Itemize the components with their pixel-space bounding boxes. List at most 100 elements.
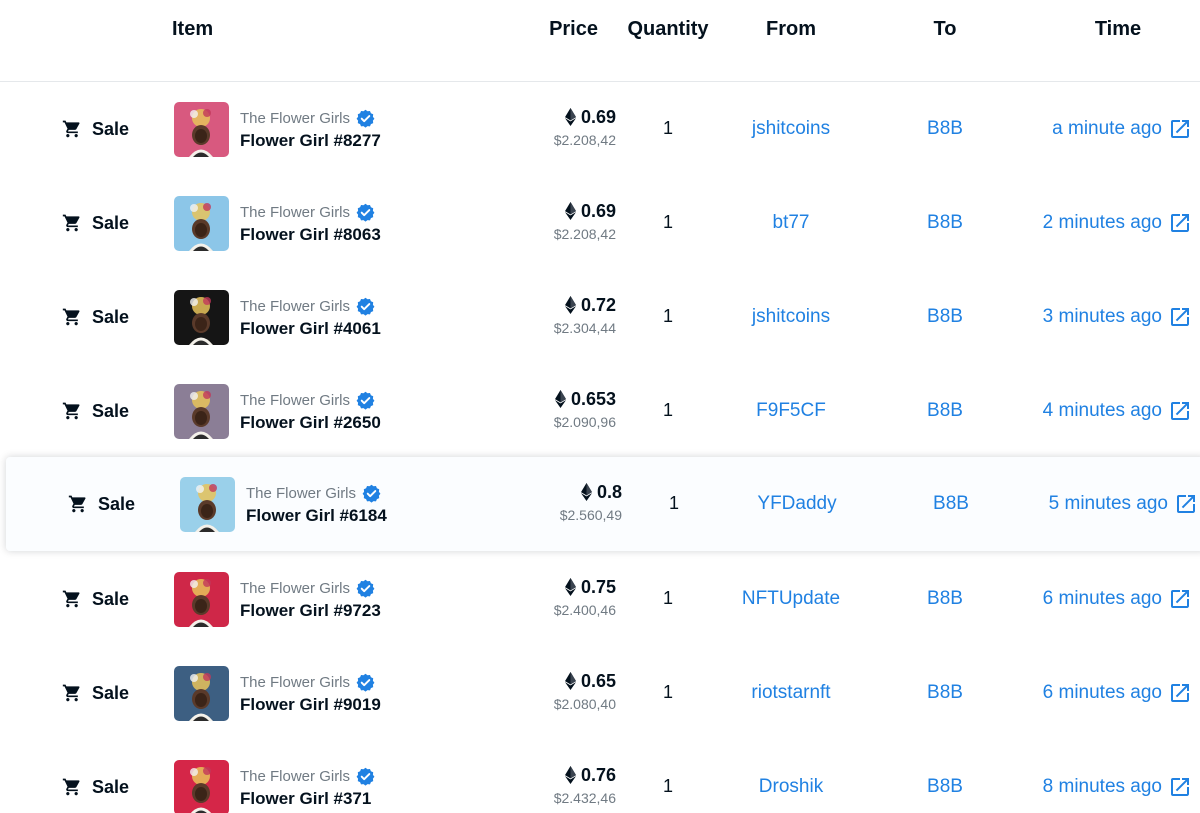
collection-link[interactable]: The Flower Girls (240, 296, 375, 316)
time-link[interactable]: 4 minutes ago (1043, 398, 1192, 424)
from-account-link[interactable]: jshitcoins (711, 118, 871, 140)
external-link-icon[interactable] (1168, 775, 1192, 799)
event-label: Sale (92, 588, 130, 609)
nft-thumbnail[interactable] (180, 477, 235, 532)
from-account-link[interactable]: bt77 (711, 212, 871, 234)
event-type: Sale (62, 682, 129, 704)
price-usd: $2.208,42 (553, 132, 616, 148)
external-link-icon[interactable] (1168, 587, 1192, 611)
nft-thumbnail[interactable] (174, 572, 229, 627)
event-label: Sale (92, 118, 130, 139)
price-cell: 0.8 $2.560,49 (486, 480, 622, 524)
collection-link[interactable]: The Flower Girls (240, 390, 375, 410)
activity-row[interactable]: Sale The Flower Girls Flower Girl #4061 (0, 270, 1200, 364)
activity-row[interactable]: Sale The Flower Girls Flower Girl #8063 (0, 176, 1200, 270)
price-eth: 0.8 (486, 480, 622, 504)
to-account-link[interactable]: B8B (895, 400, 995, 422)
activity-row[interactable]: Sale The Flower Girls Flower Girl #9723 (0, 552, 1200, 646)
item-name-link[interactable]: Flower Girl #8063 (240, 225, 381, 245)
nft-image (174, 572, 229, 627)
from-account-link[interactable]: F9F5CF (711, 400, 871, 422)
from-account-link[interactable]: riotstarnft (711, 682, 871, 704)
collection-link[interactable]: The Flower Girls (240, 766, 375, 786)
nft-image (174, 384, 229, 439)
nft-thumbnail[interactable] (174, 760, 229, 813)
event-type: Sale (62, 588, 129, 610)
to-account-link[interactable]: B8B (895, 682, 995, 704)
nft-thumbnail[interactable] (174, 102, 229, 157)
time-link[interactable]: 6 minutes ago (1043, 680, 1192, 706)
activity-row[interactable]: Sale The Flower Girls Flower Girl #6184 (6, 457, 1200, 551)
nft-thumbnail[interactable] (174, 290, 229, 345)
ethereum-icon (564, 766, 576, 784)
verified-badge-icon (356, 109, 375, 128)
shopping-cart-icon (62, 402, 80, 420)
nft-thumbnail[interactable] (174, 196, 229, 251)
price-eth: 0.75 (480, 575, 616, 599)
item-name-link[interactable]: Flower Girl #8277 (240, 131, 381, 151)
from-account-link[interactable]: YFDaddy (717, 493, 877, 515)
nft-thumbnail[interactable] (174, 384, 229, 439)
table-header: Item Price Quantity From To Time (0, 0, 1200, 82)
to-account-link[interactable]: B8B (901, 493, 1001, 515)
item-name-link[interactable]: Flower Girl #6184 (246, 506, 387, 526)
collection-name: The Flower Girls (246, 484, 357, 502)
from-account-link[interactable]: jshitcoins (711, 306, 871, 328)
time-link[interactable]: 5 minutes ago (1049, 491, 1198, 517)
time-link[interactable]: a minute ago (1052, 116, 1192, 142)
shopping-cart-icon (62, 590, 80, 608)
price-usd: $2.304,44 (553, 320, 616, 336)
from-account-link[interactable]: Droshik (711, 776, 871, 798)
item-name-link[interactable]: Flower Girl #9723 (240, 601, 381, 621)
price-eth: 0.653 (480, 387, 616, 411)
collection-link[interactable]: The Flower Girls (240, 578, 375, 598)
event-label: Sale (92, 776, 130, 797)
time-link[interactable]: 3 minutes ago (1043, 304, 1192, 330)
time-link[interactable]: 2 minutes ago (1043, 210, 1192, 236)
collection-link[interactable]: The Flower Girls (240, 202, 375, 222)
external-link-icon[interactable] (1168, 681, 1192, 705)
to-account-link[interactable]: B8B (895, 212, 995, 234)
external-link-icon[interactable] (1168, 211, 1192, 235)
event-label: Sale (92, 306, 130, 327)
external-link-icon[interactable] (1174, 492, 1198, 516)
nft-image (180, 477, 235, 532)
collection-link[interactable]: The Flower Girls (246, 483, 381, 503)
to-account-link[interactable]: B8B (895, 776, 995, 798)
collection-link[interactable]: The Flower Girls (240, 672, 375, 692)
collection-link[interactable]: The Flower Girls (240, 108, 375, 128)
to-account-link[interactable]: B8B (895, 306, 995, 328)
ethereum-icon (564, 578, 576, 596)
time-link[interactable]: 8 minutes ago (1043, 774, 1192, 800)
activity-row[interactable]: Sale The Flower Girls Flower Girl #371 0… (0, 740, 1200, 813)
external-link-icon[interactable] (1168, 305, 1192, 329)
item-name-link[interactable]: Flower Girl #371 (240, 789, 371, 809)
activity-row[interactable]: Sale The Flower Girls Flower Girl #9019 (0, 646, 1200, 740)
external-link-icon[interactable] (1168, 117, 1192, 141)
price-cell: 0.69 $2.208,42 (480, 105, 616, 149)
external-link-icon[interactable] (1168, 399, 1192, 423)
shopping-cart-icon (62, 684, 80, 702)
price-cell: 0.69 $2.208,42 (480, 199, 616, 243)
to-account-link[interactable]: B8B (895, 118, 995, 140)
item-name-link[interactable]: Flower Girl #2650 (240, 413, 381, 433)
price-usd: $2.080,40 (553, 696, 616, 712)
from-account-link[interactable]: NFTUpdate (711, 588, 871, 610)
price-eth-value: 0.69 (580, 200, 616, 221)
price-eth: 0.69 (480, 105, 616, 129)
shopping-cart-icon (62, 778, 80, 796)
price-usd: $2.208,42 (553, 226, 616, 242)
item-name-link[interactable]: Flower Girl #9019 (240, 695, 381, 715)
activity-row[interactable]: Sale The Flower Girls Flower Girl #2650 (0, 364, 1200, 458)
time-link[interactable]: 6 minutes ago (1043, 586, 1192, 612)
activity-row[interactable]: Sale The Flower Girls Flower Girl #8277 (0, 82, 1200, 176)
column-header-to: To (933, 18, 957, 40)
time-label: 5 minutes ago (1048, 493, 1168, 514)
quantity-value: 1 (662, 776, 673, 796)
price-cell: 0.76 $2.432,46 (480, 763, 616, 807)
to-account-link[interactable]: B8B (895, 588, 995, 610)
time-label: 4 minutes ago (1042, 400, 1162, 421)
nft-thumbnail[interactable] (174, 666, 229, 721)
event-type: Sale (62, 212, 129, 234)
item-name-link[interactable]: Flower Girl #4061 (240, 319, 381, 339)
